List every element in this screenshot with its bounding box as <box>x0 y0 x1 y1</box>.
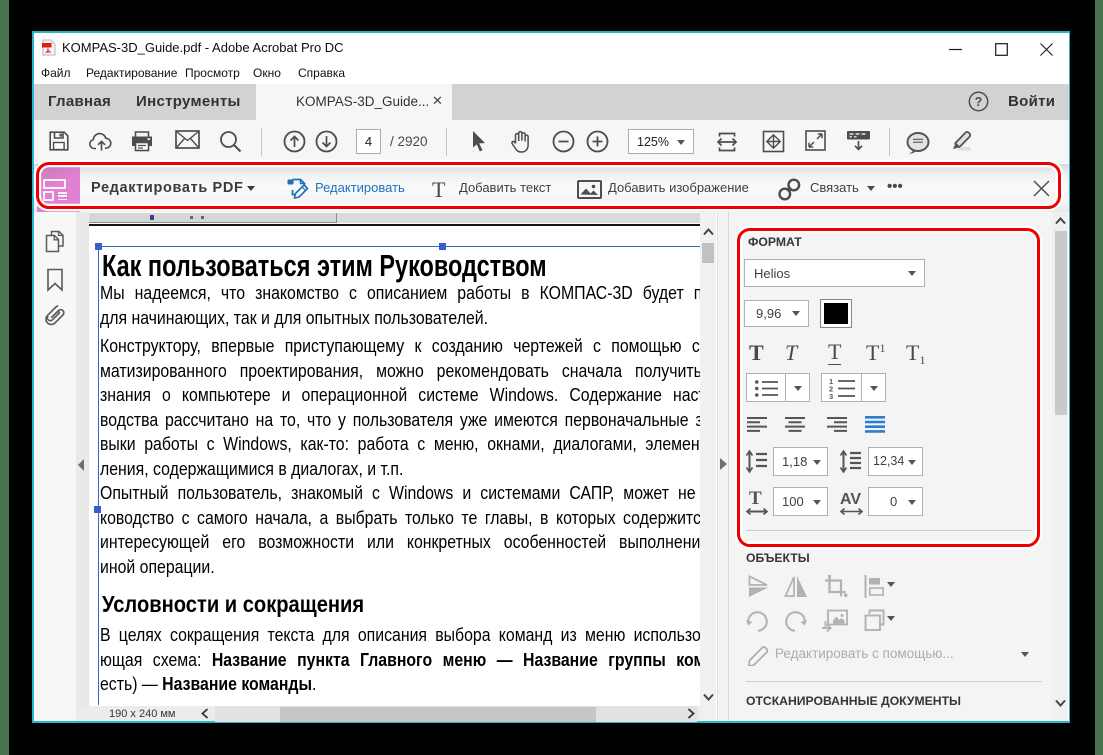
svg-text:?: ? <box>975 95 983 109</box>
